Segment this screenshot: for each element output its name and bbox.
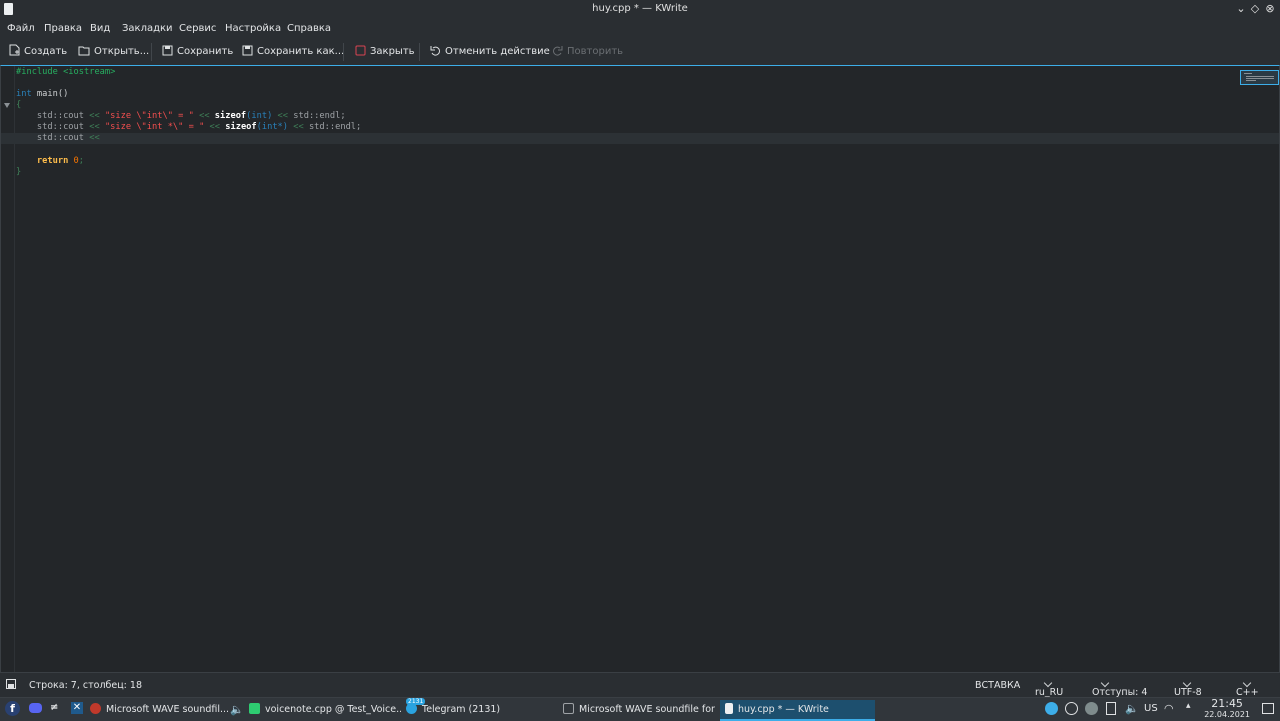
- show-desktop-icon[interactable]: [1262, 703, 1274, 714]
- title-bar: huy.cpp * — KWrite ⌄ ◇ ⊗: [0, 0, 1280, 19]
- taskbar: f ≠ ✕ Microsoft WAVE soundfil... 🔈 voice…: [0, 697, 1280, 721]
- code-line: std::cout << "size \"int\" = " << sizeof…: [16, 111, 346, 121]
- code-line: }: [16, 167, 22, 177]
- folder-open-icon: [78, 46, 90, 56]
- dictionary-select[interactable]: ru_RU: [1035, 678, 1063, 698]
- close-icon[interactable]: ⊗: [1262, 1, 1278, 17]
- code-line: std::cout << "size \"int *\" = " << size…: [16, 122, 362, 132]
- encoding-select[interactable]: UTF-8: [1174, 678, 1202, 698]
- window-icon: [563, 703, 574, 714]
- input-mode[interactable]: ВСТАВКА: [975, 680, 1020, 691]
- code-line: {: [16, 100, 22, 110]
- close-document-button[interactable]: Закрыть: [355, 44, 415, 60]
- status-bar: Строка: 7, столбец: 18 ВСТАВКА ru_RU Отс…: [0, 673, 1280, 698]
- new-document-icon: [9, 44, 20, 56]
- toolbar-separator: [343, 43, 344, 61]
- wifi-icon[interactable]: ◠: [1164, 702, 1177, 715]
- main-toolbar: Создать Открыть... Сохранить Сохранить к…: [0, 39, 1280, 64]
- menu-file[interactable]: Файл: [7, 23, 35, 34]
- save-as-icon: [242, 45, 253, 56]
- audio-app-icon: [90, 703, 101, 714]
- current-line-highlight: [1, 133, 1279, 144]
- maximize-icon[interactable]: ◇: [1247, 1, 1263, 17]
- clock[interactable]: 21:45 22.04.2021: [1204, 698, 1250, 720]
- save-button[interactable]: Сохранить: [162, 44, 233, 60]
- new-button[interactable]: Создать: [9, 44, 67, 60]
- ide-app-icon: [249, 703, 260, 714]
- menu-tools[interactable]: Сервис: [179, 23, 216, 34]
- menu-bookmarks[interactable]: Закладки: [122, 23, 173, 34]
- update-icon[interactable]: [1045, 702, 1058, 715]
- window-title: huy.cpp * — KWrite: [592, 3, 688, 14]
- clipboard-icon[interactable]: [1106, 702, 1116, 715]
- redo-icon: [553, 46, 563, 56]
- kwrite-task-icon: [725, 703, 733, 714]
- document-saved-icon: [6, 679, 16, 689]
- chevron-down-icon: [1043, 678, 1053, 688]
- chevron-down-icon: [1100, 678, 1110, 688]
- task-voicenote[interactable]: voicenote.cpp @ Test_Voice...: [249, 700, 401, 719]
- undo-icon: [430, 46, 440, 56]
- discord-icon[interactable]: [29, 703, 42, 713]
- open-button[interactable]: Открыть...: [78, 44, 149, 60]
- tray-expand-icon[interactable]: ▴: [1186, 701, 1191, 711]
- save-as-button[interactable]: Сохранить как...: [242, 44, 344, 60]
- volume-icon[interactable]: 🔈: [1125, 702, 1139, 715]
- vscode-icon[interactable]: ✕: [71, 702, 83, 714]
- menu-edit[interactable]: Правка: [44, 23, 82, 34]
- telegram-badge: 2131: [406, 698, 426, 705]
- fold-gutter[interactable]: [1, 66, 15, 672]
- close-document-icon: [355, 45, 366, 56]
- speaker-icon[interactable]: 🔈: [230, 703, 244, 716]
- menu-settings[interactable]: Настройка: [225, 23, 281, 34]
- redo-button[interactable]: Повторить: [552, 44, 623, 60]
- toolbar-separator: [419, 43, 420, 61]
- minimap[interactable]: [1240, 70, 1279, 85]
- indent-select[interactable]: Отступы: 4: [1092, 678, 1147, 698]
- code-line: return 0;: [16, 156, 85, 166]
- code-line: int main(): [16, 89, 69, 99]
- menu-help[interactable]: Справка: [287, 23, 331, 34]
- cursor-position[interactable]: Строка: 7, столбец: 18: [29, 680, 142, 691]
- chevron-down-icon: [1242, 678, 1252, 688]
- fold-marker-icon[interactable]: [4, 103, 10, 108]
- app-launcher-icon[interactable]: ≠: [50, 702, 63, 714]
- code-line: #include <iostream>: [16, 67, 116, 77]
- task-wave-2[interactable]: Microsoft WAVE soundfile for...: [563, 700, 715, 719]
- settings-icon[interactable]: [1085, 702, 1098, 715]
- code-line: std::cout <<: [16, 133, 100, 143]
- undo-button[interactable]: Отменить действие: [430, 44, 550, 60]
- chevron-down-icon: [1182, 678, 1192, 688]
- save-icon: [162, 45, 173, 56]
- media-player-icon[interactable]: [1065, 702, 1078, 715]
- toolbar-separator: [151, 43, 152, 61]
- code-editor[interactable]: #include <iostream> int main() { std::co…: [0, 65, 1280, 673]
- menu-bar: Файл Правка Вид Закладки Сервис Настройк…: [0, 19, 1280, 39]
- task-wave-1[interactable]: Microsoft WAVE soundfil...: [90, 700, 230, 719]
- fedora-launcher-icon[interactable]: f: [5, 701, 20, 716]
- keyboard-layout[interactable]: US: [1144, 703, 1158, 714]
- syntax-select[interactable]: C++: [1236, 678, 1259, 698]
- menu-view[interactable]: Вид: [90, 23, 110, 34]
- task-kwrite[interactable]: huy.cpp * — KWrite: [720, 700, 875, 721]
- task-telegram[interactable]: Telegram (2131): [406, 700, 558, 719]
